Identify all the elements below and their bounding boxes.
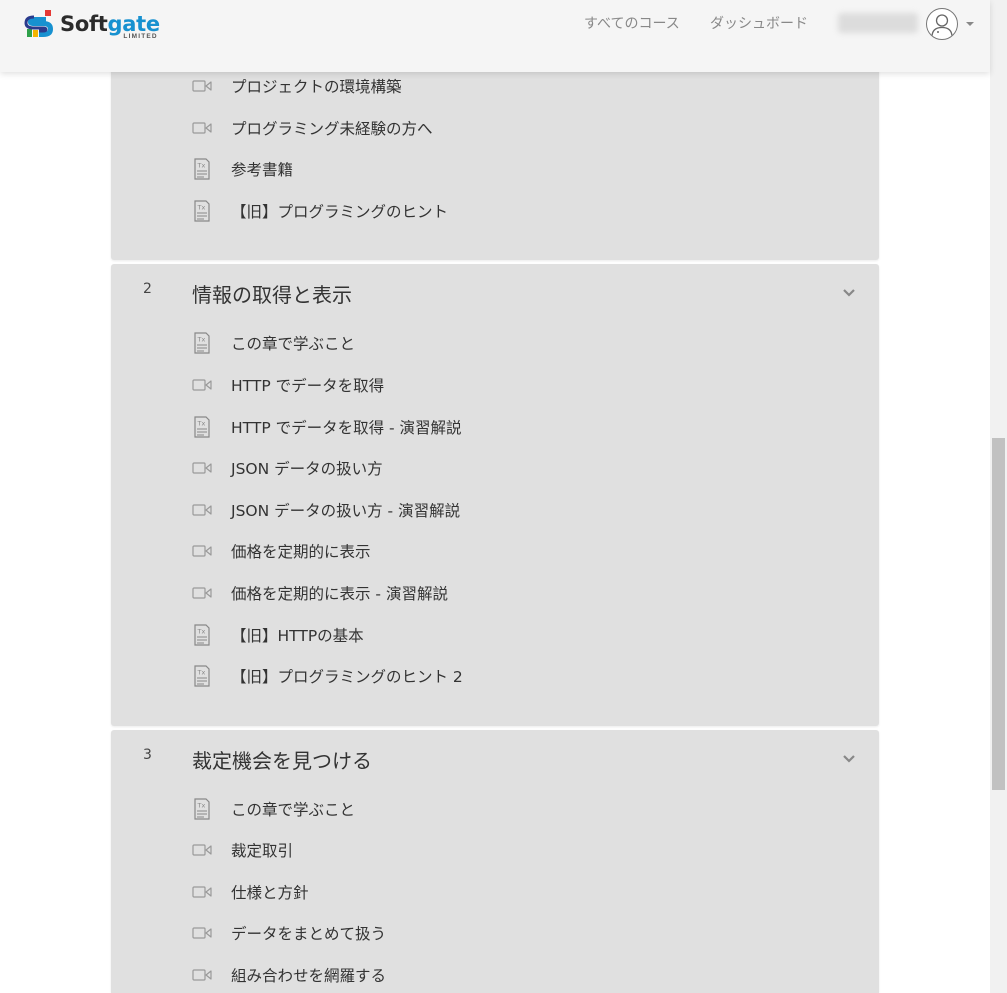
lesson-title: JSON データの扱い方 bbox=[231, 460, 383, 478]
user-menu-caret-icon[interactable] bbox=[966, 22, 974, 26]
lesson-item[interactable]: Tx 参考書籍 bbox=[191, 157, 831, 181]
lesson-title: 組み合わせを網羅する bbox=[231, 967, 387, 985]
lesson-title: プロジェクトの環境構築 bbox=[231, 78, 402, 96]
softgate-logo[interactable]: Softgate LIMITED bbox=[24, 9, 160, 40]
lesson-title: 【旧】プログラミングのヒント 2 bbox=[231, 668, 463, 686]
user-avatar[interactable] bbox=[926, 8, 958, 40]
scrollbar-thumb[interactable] bbox=[992, 438, 1005, 790]
video-icon bbox=[191, 881, 213, 903]
lesson-title: 裁定取引 bbox=[231, 842, 294, 860]
video-icon bbox=[191, 922, 213, 944]
text-document-icon: Tx bbox=[191, 158, 213, 180]
course-section-3: 3 裁定機会を見つける Tx この章で学ぶこと 裁定取引 仕様と方針 データをま… bbox=[111, 730, 879, 993]
video-icon bbox=[191, 964, 213, 986]
lesson-title: 仕様と方針 bbox=[231, 884, 309, 902]
lesson-item[interactable]: Tx 【旧】HTTPの基本 bbox=[191, 623, 831, 647]
section-title[interactable]: 裁定機会を見つける bbox=[192, 745, 372, 774]
svg-text:Tx: Tx bbox=[197, 162, 206, 170]
lesson-item[interactable]: JSON データの扱い方 bbox=[191, 456, 831, 480]
lesson-title: 参考書籍 bbox=[231, 161, 294, 179]
lesson-item[interactable]: 価格を定期的に表示 - 演習解説 bbox=[191, 581, 831, 605]
lesson-item[interactable]: Tx この章で学ぶこと bbox=[191, 331, 831, 355]
lesson-item[interactable]: Tx HTTP でデータを取得 - 演習解説 bbox=[191, 415, 831, 439]
user-avatar-icon bbox=[931, 14, 953, 38]
svg-text:Tx: Tx bbox=[197, 628, 206, 636]
video-icon bbox=[191, 117, 213, 139]
lesson-title: 価格を定期的に表示 bbox=[231, 543, 371, 561]
lesson-title: HTTP でデータを取得 bbox=[231, 377, 385, 395]
text-document-icon: Tx bbox=[191, 332, 213, 354]
video-icon bbox=[191, 75, 213, 97]
nav-all-courses-link[interactable]: すべてのコース bbox=[584, 15, 680, 33]
section-title[interactable]: 情報の取得と表示 bbox=[192, 279, 352, 308]
chevron-down-icon[interactable] bbox=[842, 754, 856, 764]
lesson-title: この章で学ぶこと bbox=[231, 335, 356, 353]
svg-text:Tx: Tx bbox=[197, 669, 206, 677]
lesson-title: 【旧】HTTPの基本 bbox=[231, 627, 364, 645]
logo-name-soft: Soft bbox=[60, 12, 108, 36]
section-number: 2 bbox=[143, 281, 152, 297]
logo-wordmark: Softgate LIMITED bbox=[60, 12, 160, 40]
course-section-1: プロジェクトの環境構築 プログラミング未経験の方へ Tx 参考書籍 Tx 【旧】… bbox=[111, 40, 879, 260]
lesson-item[interactable]: HTTP でデータを取得 bbox=[191, 373, 831, 397]
text-document-icon: Tx bbox=[191, 416, 213, 438]
lesson-title: 【旧】プログラミングのヒント bbox=[231, 203, 449, 221]
chevron-down-icon[interactable] bbox=[842, 288, 856, 298]
video-icon bbox=[191, 499, 213, 521]
lesson-item[interactable]: JSON データの扱い方 - 演習解説 bbox=[191, 498, 831, 522]
lesson-item[interactable]: プログラミング未経験の方へ bbox=[191, 116, 831, 140]
section-number: 3 bbox=[143, 747, 152, 763]
svg-text:Tx: Tx bbox=[197, 420, 206, 428]
text-document-icon: Tx bbox=[191, 624, 213, 646]
svg-text:Tx: Tx bbox=[197, 204, 206, 212]
text-document-icon: Tx bbox=[191, 798, 213, 820]
lesson-item[interactable]: Tx 【旧】プログラミングのヒント bbox=[191, 199, 831, 223]
video-icon bbox=[191, 839, 213, 861]
lesson-item[interactable]: 価格を定期的に表示 bbox=[191, 539, 831, 563]
page-scrollbar[interactable] bbox=[990, 0, 1007, 993]
softgate-logo-icon bbox=[24, 10, 53, 37]
lesson-item[interactable]: Tx この章で学ぶこと bbox=[191, 797, 831, 821]
course-section-2: 2 情報の取得と表示 Tx この章で学ぶこと HTTP でデータを取得 Tx H… bbox=[111, 264, 879, 726]
text-document-icon: Tx bbox=[191, 200, 213, 222]
lesson-item[interactable]: Tx 【旧】プログラミングのヒント 2 bbox=[191, 664, 831, 688]
lesson-title: HTTP でデータを取得 - 演習解説 bbox=[231, 419, 462, 437]
svg-text:Tx: Tx bbox=[197, 802, 206, 810]
top-navigation-bar: Softgate LIMITED すべてのコース ダッシュボード bbox=[0, 0, 990, 72]
lesson-title: JSON データの扱い方 - 演習解説 bbox=[231, 502, 461, 520]
lesson-item[interactable]: 仕様と方針 bbox=[191, 880, 831, 904]
video-icon bbox=[191, 540, 213, 562]
lesson-item[interactable]: データをまとめて扱う bbox=[191, 921, 831, 945]
lesson-title: プログラミング未経験の方へ bbox=[231, 120, 433, 138]
lesson-item[interactable]: 組み合わせを網羅する bbox=[191, 963, 831, 987]
lesson-title: データをまとめて扱う bbox=[231, 925, 387, 943]
lesson-title: 価格を定期的に表示 - 演習解説 bbox=[231, 585, 448, 603]
logo-subtitle: LIMITED bbox=[123, 33, 158, 40]
video-icon bbox=[191, 457, 213, 479]
svg-text:Tx: Tx bbox=[197, 336, 206, 344]
text-document-icon: Tx bbox=[191, 665, 213, 687]
username-blurred[interactable] bbox=[838, 13, 918, 33]
video-icon bbox=[191, 582, 213, 604]
nav-dashboard-link[interactable]: ダッシュボード bbox=[710, 15, 808, 33]
video-icon bbox=[191, 374, 213, 396]
lesson-item[interactable]: 裁定取引 bbox=[191, 838, 831, 862]
lesson-item[interactable]: プロジェクトの環境構築 bbox=[191, 74, 831, 98]
lesson-title: この章で学ぶこと bbox=[231, 801, 356, 819]
